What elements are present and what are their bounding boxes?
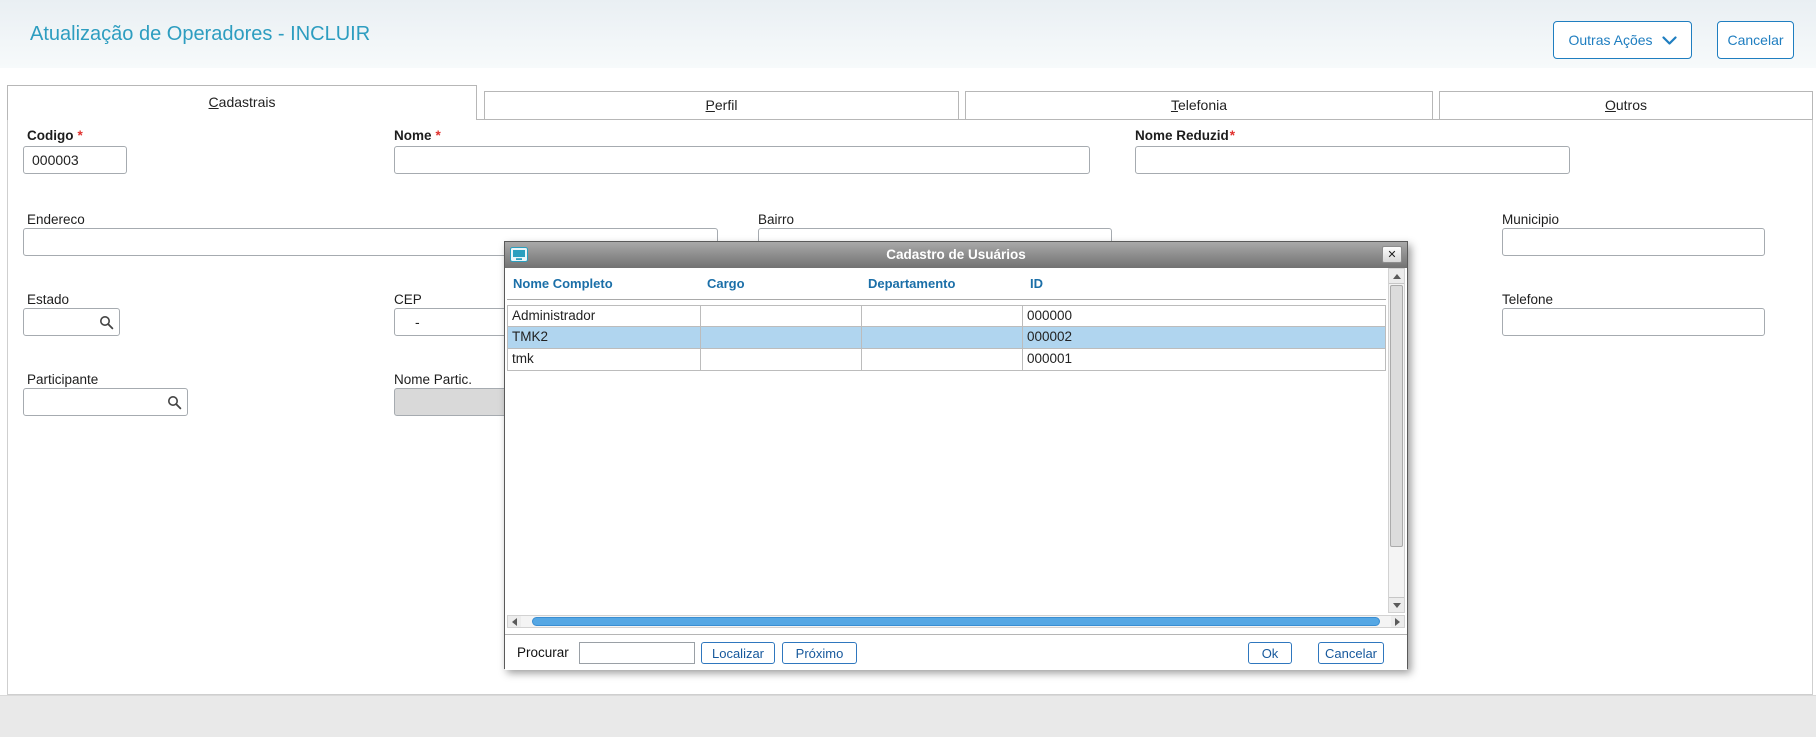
table-row[interactable]: tmk 000001 bbox=[507, 349, 1386, 371]
column-header-departamento[interactable]: Departamento bbox=[868, 268, 955, 300]
search-icon[interactable] bbox=[99, 315, 114, 330]
tab-telefonia-label: elefonia bbox=[1177, 97, 1228, 113]
dialog-title: Cadastro de Usuários bbox=[886, 247, 1026, 262]
tab-cadastrais[interactable]: Cadastrais bbox=[7, 85, 477, 120]
column-header-id[interactable]: ID bbox=[1030, 268, 1043, 300]
triangle-up-icon bbox=[1392, 273, 1401, 279]
nome-reduzido-required-mark: * bbox=[1229, 128, 1236, 143]
cadastro-usuarios-dialog: Cadastro de Usuários ✕ Nome Completo Car… bbox=[504, 241, 1408, 670]
tab-outros-accel: O bbox=[1604, 97, 1616, 113]
tab-outros[interactable]: Outros bbox=[1439, 91, 1813, 120]
municipio-input[interactable] bbox=[1502, 228, 1765, 256]
estado-lookup-field bbox=[23, 308, 120, 336]
participante-lookup-field bbox=[23, 388, 188, 416]
cell-id: 000001 bbox=[1023, 349, 1386, 371]
cell-cargo bbox=[701, 349, 862, 371]
dialog-footer: Procurar Localizar Próximo Ok Cancelar bbox=[505, 634, 1407, 670]
tab-telefonia[interactable]: Telefonia bbox=[965, 91, 1433, 120]
close-icon[interactable]: ✕ bbox=[1382, 246, 1402, 263]
nome-input[interactable] bbox=[394, 146, 1090, 174]
cell-nome-completo: Administrador bbox=[507, 305, 701, 327]
outras-acoes-button[interactable]: Outras Ações bbox=[1553, 21, 1692, 59]
user-table: Administrador 000000 TMK2 000002 tmk 000… bbox=[507, 305, 1386, 371]
bottom-strip bbox=[0, 695, 1816, 737]
nome-partic-label: Nome Partic. bbox=[394, 372, 473, 387]
dialog-cancelar-button[interactable]: Cancelar bbox=[1318, 642, 1384, 664]
dialog-titlebar[interactable]: Cadastro de Usuários ✕ bbox=[505, 242, 1407, 268]
tab-cadastrais-label: adastrais bbox=[218, 94, 276, 110]
nome-required-mark: * bbox=[435, 128, 441, 143]
telefone-label: Telefone bbox=[1502, 292, 1554, 307]
scroll-up-arrow[interactable] bbox=[1389, 269, 1404, 284]
procurar-label: Procurar bbox=[517, 645, 569, 660]
nome-reduzido-label-text: Nome Reduzid bbox=[1135, 128, 1229, 143]
endereco-label: Endereco bbox=[27, 212, 85, 227]
cell-nome-completo: TMK2 bbox=[507, 327, 701, 349]
cell-departamento bbox=[862, 349, 1023, 371]
scroll-left-arrow[interactable] bbox=[508, 616, 521, 627]
proximo-button[interactable]: Próximo bbox=[782, 642, 857, 664]
horizontal-scroll-thumb[interactable] bbox=[532, 617, 1380, 626]
cell-cargo bbox=[701, 327, 862, 349]
cell-id: 000002 bbox=[1023, 327, 1386, 349]
triangle-down-icon bbox=[1392, 602, 1401, 608]
telefone-input[interactable] bbox=[1502, 308, 1765, 336]
ok-button[interactable]: Ok bbox=[1248, 642, 1292, 664]
app-window: Atualização de Operadores - INCLUIR Outr… bbox=[0, 0, 1816, 737]
tab-telefonia-accel: T bbox=[1170, 97, 1178, 113]
page-title: Atualização de Operadores - INCLUIR bbox=[30, 23, 371, 45]
horizontal-scrollbar[interactable] bbox=[507, 615, 1405, 628]
cancel-button[interactable]: Cancelar bbox=[1717, 21, 1794, 59]
cell-cargo bbox=[701, 305, 862, 327]
cancel-label: Cancelar bbox=[1727, 32, 1784, 48]
cell-departamento bbox=[862, 327, 1023, 349]
codigo-label: Codigo * bbox=[27, 128, 83, 143]
vertical-scrollbar[interactable] bbox=[1388, 268, 1405, 613]
cell-nome-completo: tmk bbox=[507, 349, 701, 371]
tab-perfil-label: erfil bbox=[714, 97, 738, 113]
tab-perfil-accel: P bbox=[705, 97, 715, 113]
codigo-required-mark: * bbox=[77, 128, 83, 143]
nome-reduzido-input[interactable] bbox=[1135, 146, 1570, 174]
estado-label: Estado bbox=[27, 292, 70, 307]
outras-acoes-label: Outras Ações bbox=[1568, 32, 1653, 48]
codigo-input[interactable] bbox=[23, 146, 127, 174]
tab-cadastrais-accel: C bbox=[208, 94, 219, 110]
localizar-button[interactable]: Localizar bbox=[701, 642, 775, 664]
cep-input[interactable] bbox=[394, 308, 514, 336]
column-header-cargo[interactable]: Cargo bbox=[707, 268, 745, 300]
nome-label: Nome * bbox=[394, 128, 441, 143]
search-icon[interactable] bbox=[167, 395, 182, 410]
table-header: Nome Completo Cargo Departamento ID bbox=[507, 268, 1386, 300]
chevron-down-icon bbox=[1661, 35, 1677, 45]
nome-label-text: Nome bbox=[394, 128, 432, 143]
table-row[interactable]: Administrador 000000 bbox=[507, 305, 1386, 327]
scroll-down-arrow[interactable] bbox=[1389, 597, 1404, 612]
column-header-nome-completo[interactable]: Nome Completo bbox=[513, 268, 613, 300]
table-row-selected[interactable]: TMK2 000002 bbox=[507, 327, 1386, 349]
vertical-scroll-thumb[interactable] bbox=[1390, 285, 1403, 547]
triangle-left-icon bbox=[512, 617, 517, 626]
nome-reduzido-label: Nome Reduzid* bbox=[1135, 128, 1235, 143]
header-bar: Atualização de Operadores - INCLUIR Outr… bbox=[0, 0, 1816, 68]
participante-label: Participante bbox=[27, 372, 99, 387]
cell-departamento bbox=[862, 305, 1023, 327]
municipio-label: Municipio bbox=[1502, 212, 1560, 227]
procurar-input[interactable] bbox=[579, 642, 695, 664]
participante-input[interactable] bbox=[23, 388, 188, 416]
codigo-label-text: Codigo bbox=[27, 128, 74, 143]
cell-id: 000000 bbox=[1023, 305, 1386, 327]
tab-outros-label: utros bbox=[1615, 97, 1647, 113]
scroll-right-arrow[interactable] bbox=[1391, 616, 1404, 627]
bairro-label: Bairro bbox=[758, 212, 795, 227]
triangle-right-icon bbox=[1395, 617, 1400, 626]
cep-label: CEP bbox=[394, 292, 422, 307]
tab-perfil[interactable]: Perfil bbox=[484, 91, 959, 120]
